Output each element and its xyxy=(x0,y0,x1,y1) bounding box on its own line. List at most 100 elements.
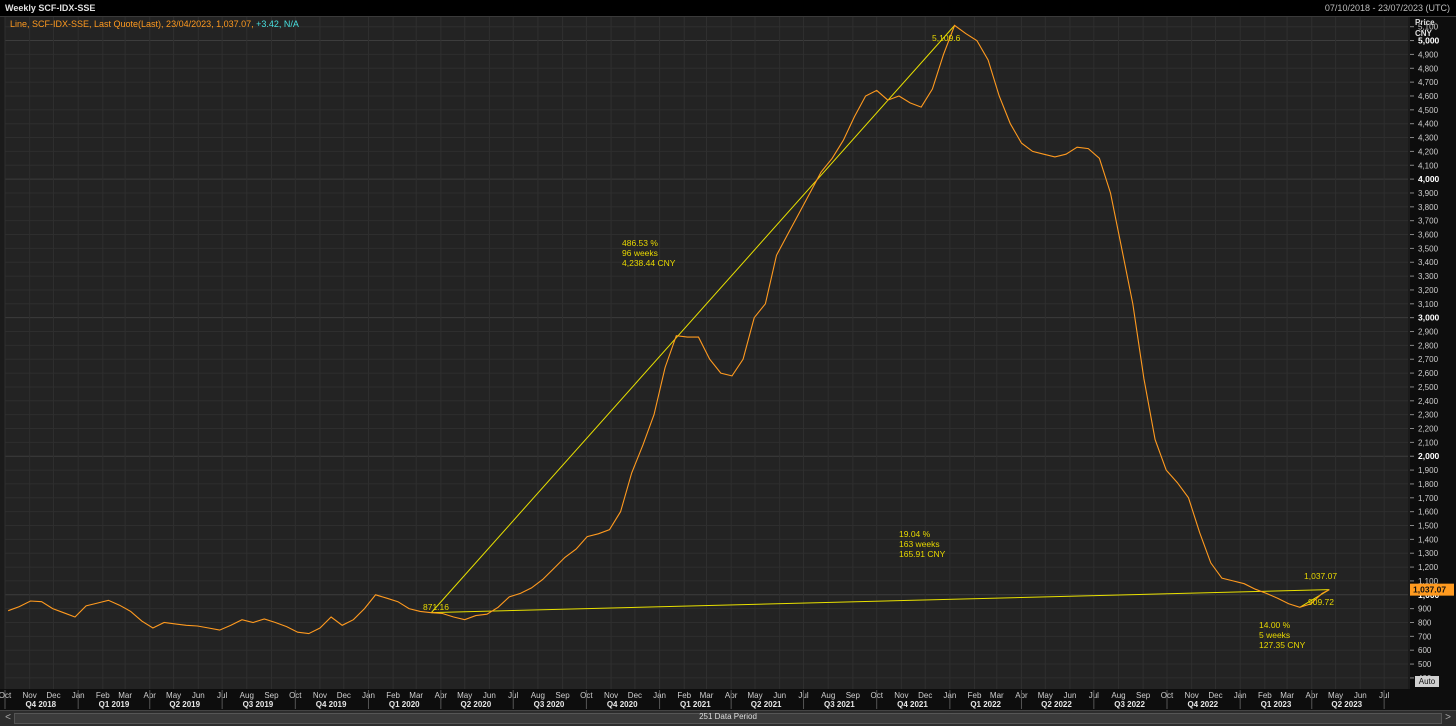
y-tick-label: 3,900 xyxy=(1418,189,1439,198)
x-month-label: Jun xyxy=(192,691,205,700)
y-tick-label: 3,700 xyxy=(1418,217,1439,226)
x-month-label: Feb xyxy=(968,691,982,700)
y-tick-label: 2,800 xyxy=(1418,341,1439,350)
x-quarter-label: Q4 2022 xyxy=(1187,700,1218,709)
y-tick-label: 3,300 xyxy=(1418,272,1439,281)
x-month-label: Nov xyxy=(894,691,908,700)
recent-low-label: 909.72 xyxy=(1308,597,1334,607)
y-tick-label: 1,400 xyxy=(1418,535,1439,544)
y-tick-label: 3,600 xyxy=(1418,231,1439,240)
y-tick-label: 800 xyxy=(1418,618,1432,627)
x-month-label: Sep xyxy=(1136,691,1151,700)
x-month-label: Nov xyxy=(23,691,37,700)
y-tick-label: 1,700 xyxy=(1418,494,1439,503)
peak-label: 5,109.6 xyxy=(932,33,961,43)
x-quarter-label: Q4 2018 xyxy=(25,700,56,709)
y-tick-label: 5,000 xyxy=(1418,36,1440,46)
scrollbar[interactable]: < 251 Data Period > xyxy=(0,710,1456,726)
x-quarter-label: Q1 2019 xyxy=(99,700,130,709)
y-tick-label: 3,500 xyxy=(1418,244,1439,253)
x-month-label: May xyxy=(747,691,762,700)
chart-svg: 4005006007008009001,0001,1001,2001,3001,… xyxy=(0,17,1454,709)
y-tick-label: 3,100 xyxy=(1418,300,1439,309)
x-month-label: Oct xyxy=(0,691,12,700)
x-month-label: Dec xyxy=(46,691,60,700)
y-tick-label: 4,700 xyxy=(1418,78,1439,87)
y-tick-label: 4,200 xyxy=(1418,147,1439,156)
x-quarter-label: Q2 2023 xyxy=(1331,700,1362,709)
measure-box-2: 19.04 % 163 weeks 165.91 CNY xyxy=(899,529,945,559)
legend-change-text: +3.42, N/A xyxy=(256,19,299,29)
trend-line xyxy=(431,589,1330,614)
last-value-label: 1,037.07 xyxy=(1413,585,1446,595)
y-tick-label: 2,300 xyxy=(1418,411,1439,420)
measure3-weeks: 5 weeks xyxy=(1259,630,1291,640)
x-quarter-label: Q3 2021 xyxy=(824,700,855,709)
x-month-label: Aug xyxy=(240,691,254,700)
x-quarter-label: Q1 2020 xyxy=(389,700,420,709)
y-tick-label: 2,400 xyxy=(1418,397,1439,406)
x-month-label: Aug xyxy=(821,691,835,700)
y-tick-label: 4,100 xyxy=(1418,161,1439,170)
x-month-label: May xyxy=(1038,691,1053,700)
x-month-label: Dec xyxy=(628,691,642,700)
x-month-label: Aug xyxy=(1111,691,1125,700)
y-tick-label: 2,700 xyxy=(1418,355,1439,364)
y-tick-label: 500 xyxy=(1418,660,1432,669)
data-period-label: 251 Data Period xyxy=(699,712,757,721)
x-month-label: Jun xyxy=(1354,691,1367,700)
scroll-right-icon[interactable]: > xyxy=(1442,712,1454,724)
y-tick-label: 4,500 xyxy=(1418,106,1439,115)
x-month-label: Feb xyxy=(386,691,400,700)
y-tick-label: 4,600 xyxy=(1418,92,1439,101)
y-tick-label: 1,900 xyxy=(1418,466,1439,475)
measure2-amount: 165.91 CNY xyxy=(899,549,946,559)
y-tick-label: 1,600 xyxy=(1418,508,1439,517)
y-tick-label: 1,800 xyxy=(1418,480,1439,489)
x-month-label: Feb xyxy=(96,691,110,700)
x-month-label: Dec xyxy=(1208,691,1222,700)
x-month-label: Aug xyxy=(531,691,545,700)
x-month-label: Mar xyxy=(409,691,423,700)
y-tick-label: 2,500 xyxy=(1418,383,1439,392)
y-tick-label: 2,600 xyxy=(1418,369,1439,378)
auto-scale-button[interactable]: Auto xyxy=(1415,676,1439,687)
measure1-weeks: 96 weeks xyxy=(622,248,658,258)
x-month-label: May xyxy=(166,691,181,700)
legend: Line, SCF-IDX-SSE, Last Quote(Last), 23/… xyxy=(10,18,299,30)
x-month-label: Nov xyxy=(1185,691,1199,700)
y-tick-label: 4,900 xyxy=(1418,50,1439,59)
x-month-label: Mar xyxy=(990,691,1004,700)
y-tick-label: 1,300 xyxy=(1418,549,1439,558)
x-quarter-label: Q4 2021 xyxy=(897,700,928,709)
x-month-label: Sep xyxy=(555,691,570,700)
measure3-pct: 14.00 % xyxy=(1259,620,1291,630)
y-tick-label: 3,200 xyxy=(1418,286,1439,295)
x-month-label: Nov xyxy=(604,691,618,700)
x-month-label: Sep xyxy=(264,691,279,700)
y-tick-label: 3,000 xyxy=(1418,313,1440,323)
y-tick-label: 2,100 xyxy=(1418,438,1439,447)
x-quarter-label: Q4 2020 xyxy=(607,700,638,709)
y-tick-label: 1,200 xyxy=(1418,563,1439,572)
x-month-label: Jun xyxy=(483,691,496,700)
x-month-label: Mar xyxy=(1280,691,1294,700)
y-tick-label: 700 xyxy=(1418,632,1432,641)
x-quarter-label: Q1 2021 xyxy=(680,700,711,709)
y-tick-label: 4,000 xyxy=(1418,174,1440,184)
x-month-label: Mar xyxy=(118,691,132,700)
x-month-label: Feb xyxy=(1258,691,1272,700)
x-month-label: Feb xyxy=(677,691,691,700)
x-month-label: Nov xyxy=(313,691,327,700)
y-tick-label: 5,100 xyxy=(1418,23,1439,32)
measure-box-3: 14.00 % 5 weeks 127.35 CNY xyxy=(1259,620,1305,650)
x-month-label: Dec xyxy=(337,691,351,700)
x-month-label: Jun xyxy=(1064,691,1077,700)
end-label: 1,037.07 xyxy=(1304,571,1338,581)
y-tick-label: 900 xyxy=(1418,605,1432,614)
x-quarter-label: Q3 2020 xyxy=(534,700,565,709)
y-tick-label: 2,000 xyxy=(1418,451,1440,461)
measure1-pct: 486.53 % xyxy=(622,238,658,248)
y-tick-label: 600 xyxy=(1418,646,1432,655)
x-quarter-label: Q1 2022 xyxy=(970,700,1001,709)
